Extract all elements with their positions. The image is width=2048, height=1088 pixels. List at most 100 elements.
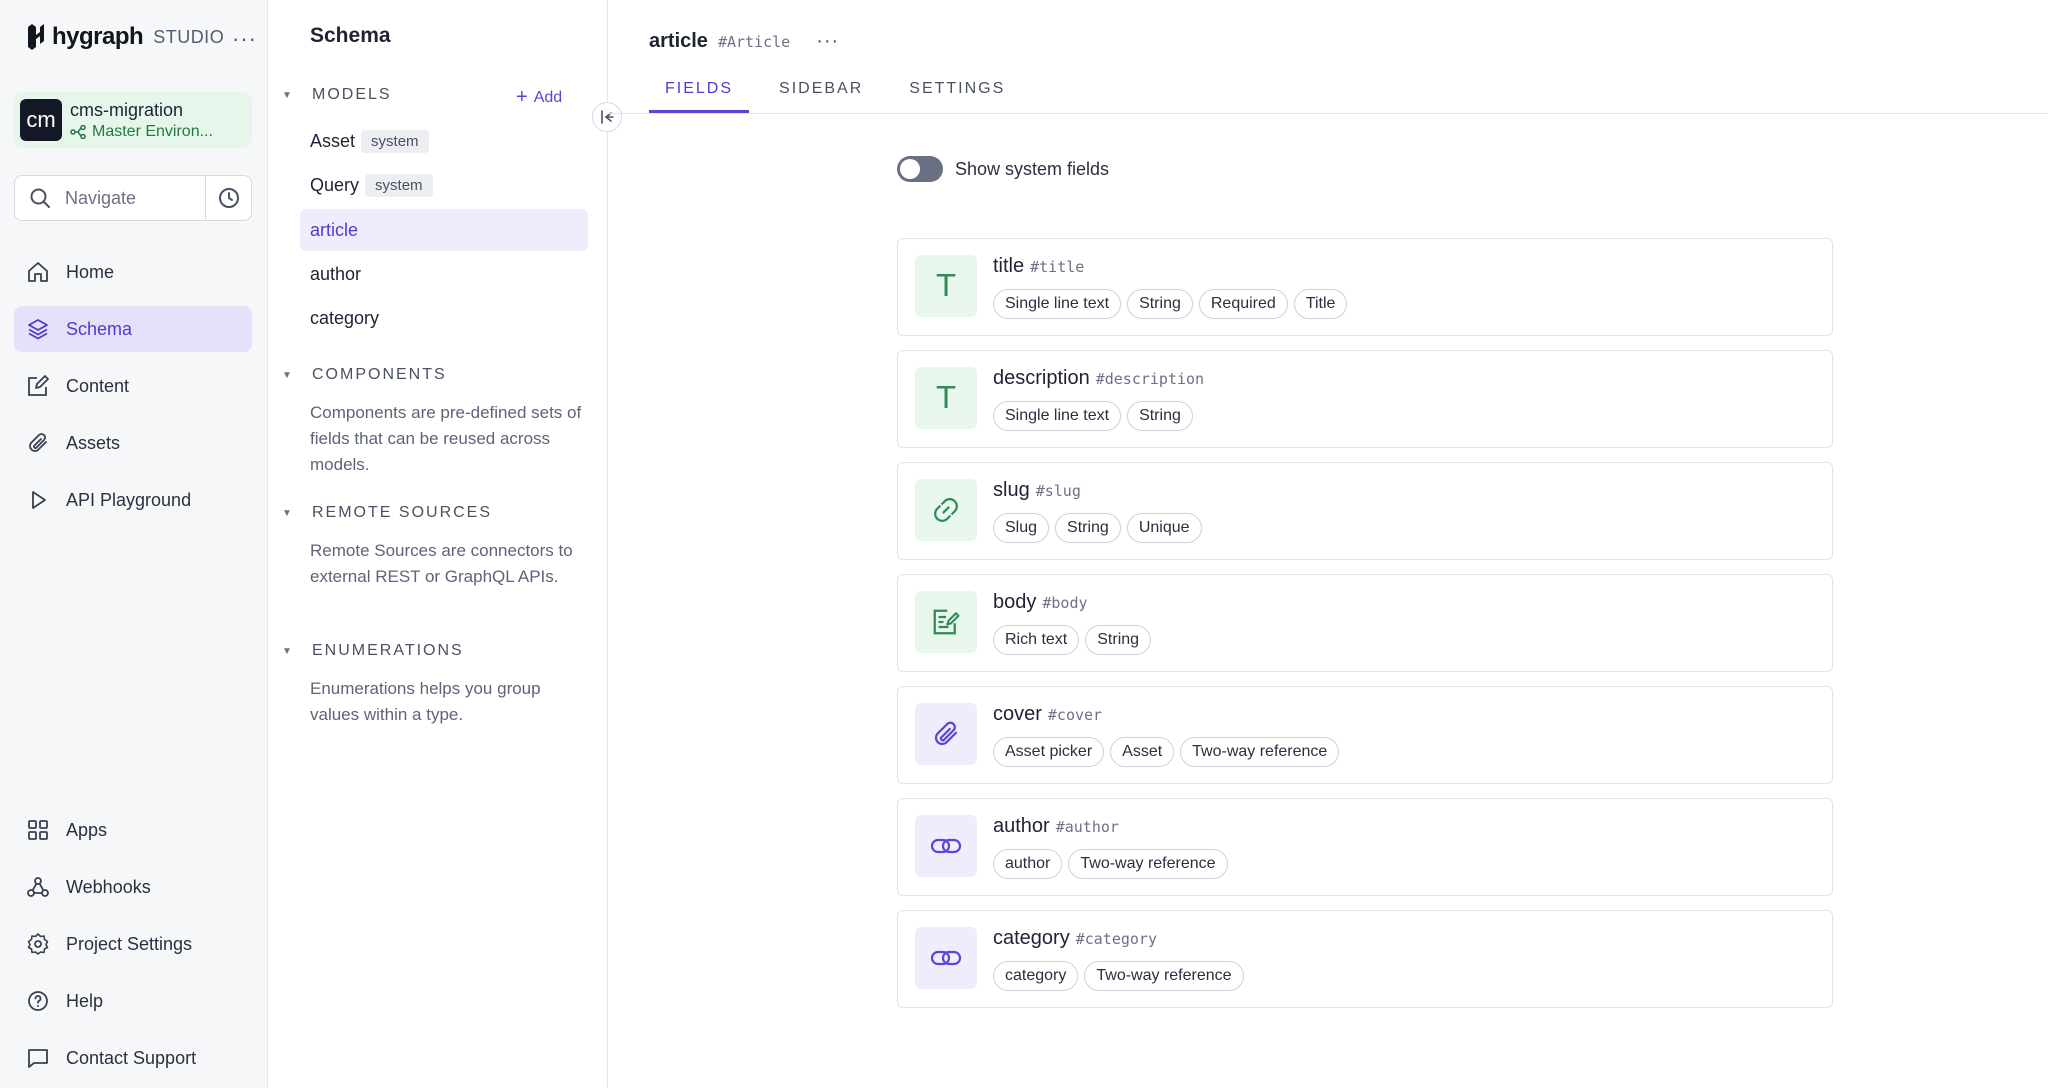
model-more-icon[interactable]: ··· bbox=[816, 30, 839, 53]
project-avatar: cm bbox=[20, 99, 62, 141]
field-tag: String bbox=[1055, 513, 1121, 543]
enumerations-section-header[interactable]: ▼ ENUMERATIONS bbox=[282, 642, 464, 660]
field-tag: Two-way reference bbox=[1180, 737, 1340, 767]
model-name: author bbox=[310, 263, 362, 284]
chevron-down-icon: ▼ bbox=[282, 507, 294, 519]
nav-api-playground[interactable]: API Playground bbox=[14, 477, 252, 523]
history-icon[interactable] bbox=[205, 176, 251, 220]
nav-home-label: Home bbox=[66, 261, 115, 282]
nav-apps[interactable]: Apps bbox=[14, 807, 252, 853]
navigate-search[interactable]: Navigate bbox=[14, 175, 252, 221]
nav-help[interactable]: Help bbox=[14, 978, 252, 1024]
left-navigation: hygraph STUDIO ··· cm cms-migration Mast… bbox=[0, 0, 268, 1088]
tab-fields[interactable]: FIELDS bbox=[649, 70, 750, 113]
nav-contact-support[interactable]: Contact Support bbox=[14, 1035, 252, 1081]
model-item-author[interactable]: author bbox=[300, 253, 588, 295]
field-name: title bbox=[993, 255, 1025, 277]
chevron-down-icon: ▼ bbox=[282, 89, 294, 101]
model-name: category bbox=[310, 307, 380, 328]
field-tag: String bbox=[1127, 401, 1193, 431]
project-switcher[interactable]: cm cms-migration Master Environ... bbox=[14, 92, 252, 148]
add-model-label: Add bbox=[533, 88, 563, 106]
field-tag: Unique bbox=[1126, 513, 1202, 543]
field-card-title[interactable]: T title #title Single line text String R… bbox=[897, 238, 1833, 336]
field-tag: Asset bbox=[1110, 737, 1175, 767]
enumerations-description: Enumerations helps you group values with… bbox=[310, 679, 541, 724]
tabs-divider bbox=[608, 113, 2048, 114]
reference-icon bbox=[915, 815, 977, 877]
models-heading: MODELS bbox=[312, 86, 392, 103]
components-description: Components are pre-defined sets of field… bbox=[310, 403, 582, 474]
add-model-button[interactable]: + Add bbox=[516, 86, 562, 109]
nav-api-playground-label: API Playground bbox=[66, 489, 192, 510]
environment-name: Master Environ... bbox=[92, 122, 213, 140]
field-card-body[interactable]: body #body Rich text String bbox=[897, 574, 1833, 672]
components-section-header[interactable]: ▼ COMPONENTS bbox=[282, 366, 447, 384]
hygraph-logo[interactable]: hygraph STUDIO bbox=[26, 22, 224, 52]
product-name: STUDIO bbox=[153, 26, 225, 47]
model-title: article bbox=[649, 30, 708, 52]
field-card-cover[interactable]: cover #cover Asset picker Asset Two-way … bbox=[897, 686, 1833, 784]
field-tag: author bbox=[993, 849, 1063, 879]
nav-assets-label: Assets bbox=[66, 432, 121, 453]
field-card-description[interactable]: T description #description Single line t… bbox=[897, 350, 1833, 448]
models-section-header[interactable]: ▼ MODELS bbox=[282, 86, 392, 104]
field-api-id: #description bbox=[1095, 370, 1205, 388]
toggle-knob bbox=[900, 159, 920, 179]
remote-sources-section-header[interactable]: ▼ REMOTE SOURCES bbox=[282, 504, 492, 522]
brand-name: hygraph bbox=[52, 23, 144, 50]
model-api-id: #Article bbox=[717, 33, 791, 51]
nav-webhooks-label: Webhooks bbox=[66, 876, 151, 897]
field-name: description bbox=[993, 367, 1090, 389]
settings-icon bbox=[27, 933, 49, 955]
home-icon bbox=[28, 262, 48, 282]
model-header: article #Article ··· bbox=[649, 30, 839, 53]
tab-sidebar[interactable]: SIDEBAR bbox=[763, 70, 879, 113]
reference-icon bbox=[915, 927, 977, 989]
text-icon: T bbox=[915, 367, 977, 429]
model-name: article bbox=[310, 219, 359, 240]
model-name: Asset bbox=[310, 130, 356, 151]
navigate-input[interactable]: Navigate bbox=[65, 188, 205, 209]
model-item-asset[interactable]: Asset system bbox=[300, 120, 588, 162]
system-badge: system bbox=[365, 173, 433, 197]
field-card-author[interactable]: author #author author Two-way reference bbox=[897, 798, 1833, 896]
field-tag: Title bbox=[1293, 289, 1348, 319]
nav-webhooks[interactable]: Webhooks bbox=[14, 864, 252, 910]
rich-text-icon bbox=[915, 591, 977, 653]
nav-schema[interactable]: Schema bbox=[14, 306, 252, 352]
field-tag: Two-way reference bbox=[1068, 849, 1228, 879]
field-name: body bbox=[993, 591, 1037, 613]
nav-project-settings[interactable]: Project Settings bbox=[14, 921, 252, 967]
system-fields-toggle-row: Show system fields bbox=[897, 156, 1109, 182]
model-item-category[interactable]: category bbox=[300, 297, 588, 339]
system-fields-toggle[interactable] bbox=[897, 156, 943, 182]
nav-apps-label: Apps bbox=[66, 819, 108, 840]
field-tag: Single line text bbox=[993, 401, 1122, 431]
model-item-query[interactable]: Query system bbox=[300, 164, 588, 206]
field-tag: String bbox=[1127, 289, 1193, 319]
tab-settings[interactable]: SETTINGS bbox=[893, 70, 1021, 113]
layers-icon bbox=[28, 319, 48, 340]
nav-home[interactable]: Home bbox=[14, 249, 252, 295]
chevron-down-icon: ▼ bbox=[282, 645, 294, 657]
project-name: cms-migration bbox=[70, 99, 184, 120]
field-card-slug[interactable]: slug #slug Slug String Unique bbox=[897, 462, 1833, 560]
webhook-icon bbox=[27, 877, 49, 897]
nav-contact-support-label: Contact Support bbox=[66, 1047, 197, 1068]
plus-icon: + bbox=[516, 86, 528, 108]
field-name: cover bbox=[993, 703, 1042, 725]
search-icon bbox=[15, 186, 65, 210]
field-card-category[interactable]: category #category category Two-way refe… bbox=[897, 910, 1833, 1008]
nav-assets[interactable]: Assets bbox=[14, 420, 252, 466]
more-icon[interactable]: ··· bbox=[232, 28, 257, 50]
model-item-article[interactable]: article bbox=[300, 209, 588, 251]
hygraph-logo-icon bbox=[28, 24, 44, 50]
nav-content[interactable]: Content bbox=[14, 363, 252, 409]
collapse-panel-button[interactable] bbox=[592, 102, 622, 132]
field-tag: Rich text bbox=[993, 625, 1080, 655]
field-tag: Two-way reference bbox=[1084, 961, 1244, 991]
branch-icon bbox=[70, 124, 86, 139]
schema-panel: Schema ▼ MODELS + Add Asset system Query… bbox=[268, 0, 608, 1088]
play-icon bbox=[32, 491, 46, 509]
